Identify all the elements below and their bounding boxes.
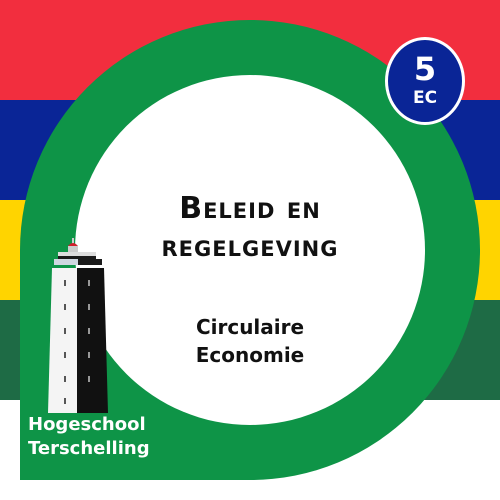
lighthouse-icon	[48, 238, 108, 413]
organization-line1: Hogeschool	[28, 414, 146, 435]
course-subtitle-line1: Circulaire	[195, 315, 305, 339]
course-title-line1: Beleid en	[179, 191, 321, 226]
course-subtitle: Circulaire Economie	[110, 313, 390, 369]
credits-badge: 5 EC	[385, 37, 465, 125]
course-subtitle-line2: Economie	[195, 343, 305, 367]
course-title: Beleid en regelgeving	[110, 190, 390, 266]
organization-line2: Terschelling	[28, 438, 150, 459]
credits-value: 5	[413, 50, 437, 88]
course-title-line2: regelgeving	[161, 229, 339, 264]
credits-unit: EC	[412, 88, 438, 108]
organization-name: Hogeschool Terschelling	[28, 413, 168, 461]
course-card: Beleid en regelgeving Circulaire Economi…	[0, 0, 500, 500]
